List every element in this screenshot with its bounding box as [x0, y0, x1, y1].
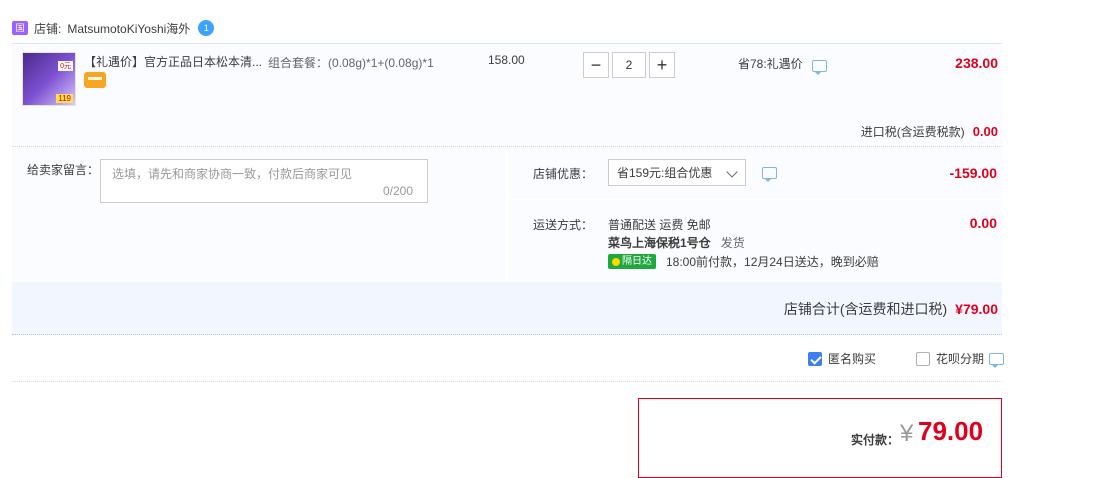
product-title-link[interactable]: 【礼遇价】官方正品日本松本清...	[84, 53, 264, 70]
item-subtotal: 238.00	[955, 55, 998, 71]
huabei-checkbox[interactable]	[916, 351, 930, 366]
comment-icon[interactable]	[762, 167, 777, 182]
discount-note: 省78:礼遇价	[738, 57, 803, 71]
chat-seller-icon[interactable]: 1	[198, 20, 215, 36]
credit-card-icon	[84, 72, 106, 88]
thumb-tag: 0元	[58, 61, 73, 71]
shipping-method: 普通配送 运费 免邮	[608, 218, 711, 232]
comment-icon[interactable]	[812, 60, 827, 75]
divider	[12, 381, 1002, 382]
quantity-input[interactable]: 2	[612, 52, 646, 78]
promo-selected-value: 省159元:组合优惠	[617, 166, 713, 180]
thumb-badge: 119	[56, 94, 73, 103]
message-label: 给卖家留言：	[27, 163, 100, 177]
shop-name-link[interactable]: MatsumotoKiYoshi海外	[67, 20, 190, 37]
import-tax-row: 进口税(含运费税款) 0.00	[861, 123, 998, 140]
huabei-installment-option[interactable]: 花呗分期	[916, 350, 984, 367]
shop-label: 店铺:	[34, 21, 62, 36]
message-char-count: 0/200	[383, 184, 414, 198]
anonymous-purchase-option[interactable]: 匿名购买	[808, 350, 876, 367]
product-thumbnail[interactable]: 0元 119	[22, 52, 76, 106]
unit-price: 158.00	[488, 53, 525, 67]
quantity-stepper: − 2 +	[583, 52, 675, 78]
promo-discount-value: -159.00	[949, 165, 997, 181]
anonymous-checkbox[interactable]	[808, 351, 822, 366]
shipping-fee-value: 0.00	[969, 215, 997, 231]
promo-label: 店铺优惠：	[533, 167, 594, 181]
product-sku: 组合套餐：(0.08g)*1+(0.08g)*1	[268, 56, 434, 70]
currency-symbol: ¥	[900, 420, 914, 447]
huabei-label: 花呗分期	[936, 352, 985, 366]
payment-amount: 79.00	[918, 416, 984, 446]
shop-header: 国 店铺: MatsumotoKiYoshi海外 1	[12, 14, 215, 42]
dispatch-text: 发货	[720, 236, 745, 250]
anonymous-label: 匿名购买	[828, 352, 877, 366]
promo-select[interactable]: 省159元:组合优惠	[608, 159, 746, 186]
next-day-label: 隔日达	[622, 256, 652, 267]
tmall-global-icon: 国	[12, 21, 28, 35]
lightning-icon	[612, 257, 620, 266]
chat-badge-count: 1	[203, 23, 209, 33]
next-day-badge: 隔日达	[608, 254, 656, 269]
delivery-eta: 隔日达 18:00前付款，12月24日送达，晚到必赔	[608, 253, 879, 270]
store-total-label: 店铺合计(含运费和进口税)	[783, 301, 948, 317]
delivery-eta-text: 18:00前付款，12月24日送达，晚到必赔	[666, 255, 879, 269]
increase-button[interactable]: +	[649, 52, 675, 78]
message-placeholder: 选填，请先和商家协商一致，付款后商家可见	[112, 167, 353, 181]
warehouse-name: 菜鸟上海保税1号仓	[608, 236, 711, 250]
shipping-label: 运送方式：	[533, 218, 594, 232]
decrease-button[interactable]: −	[583, 52, 609, 78]
payment-label: 实付款：	[851, 433, 900, 447]
store-total: 店铺合计(含运费和进口税) ¥79.00	[784, 299, 998, 319]
comment-icon[interactable]	[989, 353, 1004, 368]
store-total-value: ¥79.00	[955, 301, 998, 317]
import-tax-label: 进口税(含运费税款)	[860, 125, 965, 139]
shipping-warehouse: 菜鸟上海保税1号仓 发货	[608, 234, 745, 251]
import-tax-value: 0.00	[972, 124, 998, 139]
chevron-down-icon	[726, 166, 738, 178]
